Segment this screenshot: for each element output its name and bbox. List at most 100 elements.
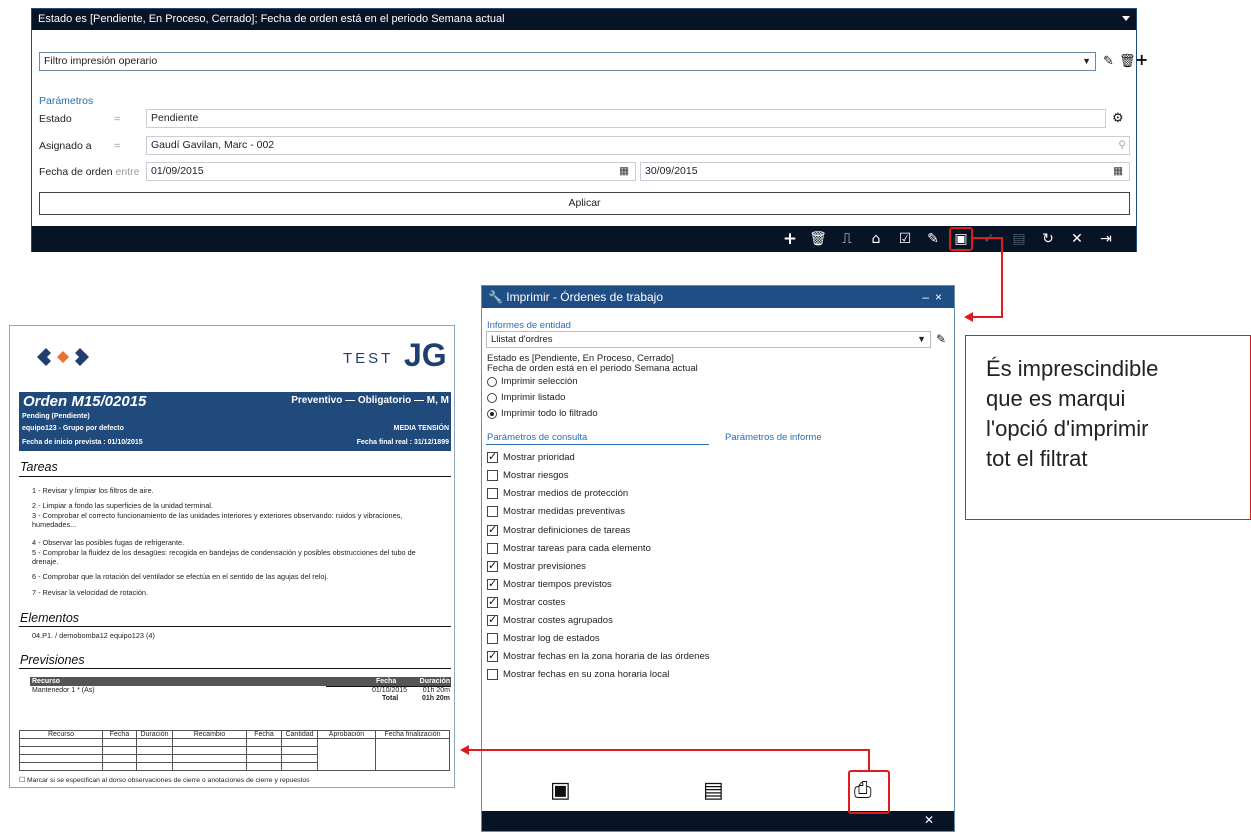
edit-pencil-icon[interactable]: ✎	[1103, 55, 1114, 69]
option-checkbox[interactable]	[487, 470, 498, 481]
estado-field[interactable]: Pendiente	[146, 109, 1106, 128]
close-icon[interactable]: ✕	[924, 813, 934, 827]
option-checkbox[interactable]	[487, 543, 498, 554]
option-checkbox[interactable]	[487, 669, 498, 680]
order-group: equipo123 - Grupo por defecto	[22, 425, 124, 432]
option-label: Mostrar riesgos	[503, 470, 569, 481]
col-fecha: Fecha	[376, 678, 397, 685]
option-checkbox[interactable]	[487, 613, 498, 626]
radio-print-selection[interactable]	[487, 377, 497, 387]
option-checkbox[interactable]	[487, 559, 498, 572]
fecha-from-field[interactable]: 01/09/2015 ▦	[146, 162, 636, 181]
trash-icon[interactable]: 🗑	[809, 230, 827, 248]
collapse-triangle-icon[interactable]	[1122, 16, 1130, 21]
calendar-icon[interactable]: ▦	[619, 163, 629, 180]
edit-pencil-icon[interactable]: ✎	[936, 332, 946, 346]
resource-date: 01/10/2015	[372, 687, 408, 694]
option-checkbox[interactable]	[487, 595, 498, 608]
option-checkbox[interactable]	[487, 633, 498, 644]
save-icon[interactable]: ▤	[1010, 230, 1028, 248]
section-rule	[19, 626, 451, 627]
print-highlight	[949, 227, 973, 251]
option-checkbox[interactable]	[487, 506, 498, 517]
radio-label: Imprimir selección	[501, 376, 578, 387]
refresh-icon[interactable]: ↻	[1039, 230, 1057, 248]
grid-header: Recurso	[19, 730, 103, 739]
filter-select[interactable]: Filtro impresión operario ▼	[39, 52, 1096, 71]
resource-duration: 01h 20m	[422, 687, 450, 694]
resource-name: Mantenedor 1 * (As)	[32, 687, 95, 694]
trash-icon[interactable]: 🗑	[1119, 55, 1136, 69]
fecha-to-field[interactable]: 30/09/2015 ▦	[640, 162, 1130, 181]
apply-button[interactable]: Aplicar	[39, 192, 1130, 215]
dialog-header: 🔧 Imprimir - Órdenes de trabajo –×	[482, 286, 954, 308]
window-controls[interactable]: –×	[922, 286, 948, 308]
task-item: 1 - Revisar y limpiar los filtros de air…	[32, 486, 154, 495]
option-label: Mostrar log de estados	[503, 633, 600, 644]
option-checkbox[interactable]	[487, 577, 498, 590]
informes-label: Informes de entidad	[487, 320, 571, 331]
option-label: Mostrar medios de protección	[503, 488, 629, 499]
print-button-icon[interactable]: ▣	[550, 779, 571, 803]
callout-line: tot el filtrat	[986, 446, 1088, 471]
asignado-label: Asignado a	[39, 140, 92, 152]
edit-icon[interactable]: ✎	[924, 230, 942, 248]
previsiones-title: Previsiones	[20, 653, 85, 667]
element-item: 04.P1. / demobomba12 equipo123 (4)	[32, 631, 155, 640]
assign-icon[interactable]: ⎍	[838, 230, 856, 248]
active-tab-underline	[486, 444, 709, 445]
order-title: Orden M15/02015	[23, 393, 147, 410]
option-label: Mostrar definiciones de tareas	[503, 525, 631, 536]
tab-query-params[interactable]: Parámetros de consulta	[487, 432, 587, 443]
fecha-label-text: Fecha de orden	[39, 166, 113, 178]
filter-select-value: Filtro impresión operario	[44, 55, 158, 67]
callout-line: que es marqui	[986, 386, 1126, 411]
save-button-icon[interactable]: ▤	[703, 779, 724, 803]
arrow-head-icon	[964, 312, 973, 322]
add-icon[interactable]: +	[781, 230, 799, 248]
radio-print-all-filtered[interactable]	[487, 409, 497, 419]
equals-sign: =	[114, 113, 121, 125]
unassign-icon[interactable]: ⌂	[867, 230, 885, 248]
total-rule	[326, 686, 451, 687]
wrench-icon: 🔧	[488, 290, 503, 304]
check-icon[interactable]: ✓	[980, 230, 998, 248]
filter-summary-header[interactable]: Estado es [Pendiente, En Proceso, Cerrad…	[32, 9, 1136, 30]
option-label: Mostrar fechas en la zona horaria de las…	[503, 651, 710, 662]
grid-header: Fecha	[246, 730, 282, 739]
exit-icon[interactable]: ⇥	[1097, 230, 1115, 248]
grid-header: Fecha finalización	[375, 730, 450, 739]
parameters-title: Parámetros	[39, 95, 94, 107]
resources-header: Recurso Fecha Duración	[30, 677, 451, 686]
search-icon[interactable]: ⚲	[1118, 137, 1126, 154]
option-checkbox[interactable]	[487, 450, 498, 463]
dialog-footer-bar: ✕	[482, 811, 954, 831]
close-icon[interactable]: ✕	[1068, 230, 1086, 248]
asignado-field[interactable]: Gaudí Gavilan, Marc - 002 ⚲	[146, 136, 1130, 155]
option-checkbox[interactable]	[487, 523, 498, 536]
order-type: Preventivo — Obligatorio — M, M	[291, 395, 449, 406]
fecha-between-text: entre	[115, 166, 140, 178]
calendar-icon[interactable]: ▦	[1113, 163, 1123, 180]
informe-select-value: Llistat d'ordres	[491, 334, 553, 345]
checklist-icon[interactable]: ☑	[896, 230, 914, 248]
tab-report-params[interactable]: Parámetros de informe	[725, 432, 822, 443]
task-item: 7 - Revisar la velocidad de rotación.	[32, 588, 148, 597]
option-checkbox[interactable]	[487, 488, 498, 499]
gear-icon[interactable]: ⚙	[1112, 112, 1124, 126]
brand-test: TEST	[343, 350, 394, 367]
spare-parts-table: Recurso Fecha Duración Recambio Fecha Ca…	[19, 730, 450, 771]
informe-select[interactable]: Llistat d'ordres ▼	[486, 331, 931, 348]
filter-panel: Estado es [Pendiente, En Proceso, Cerrad…	[31, 8, 1148, 252]
fecha-from-value: 01/09/2015	[151, 165, 204, 177]
order-end-date: Fecha final real : 31/12/1899	[356, 439, 449, 446]
option-checkbox[interactable]	[487, 649, 498, 662]
grid-header: Cantidad	[281, 730, 318, 739]
task-item: 3 - Comprobar el correcto funcionamiento…	[32, 511, 403, 529]
grid-header: Fecha	[102, 730, 137, 739]
add-plus-icon[interactable]: +	[1135, 52, 1148, 68]
grid-header: Recambio	[172, 730, 247, 739]
fecha-to-value: 30/09/2015	[645, 165, 698, 177]
radio-print-list[interactable]	[487, 393, 497, 403]
option-label: Mostrar prioridad	[503, 452, 575, 463]
